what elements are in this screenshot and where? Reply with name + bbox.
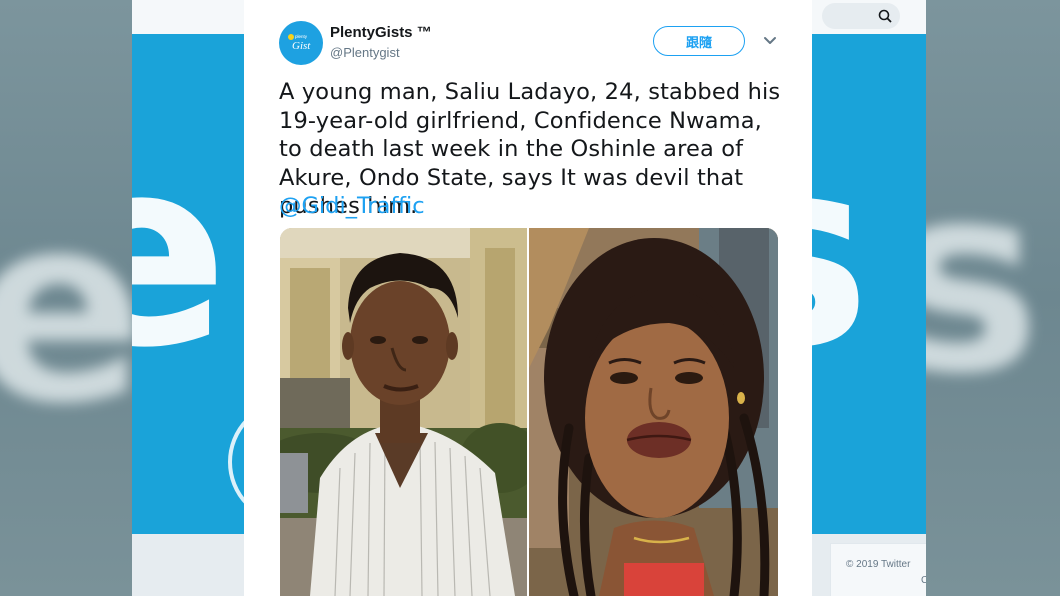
tweet-photos[interactable] (280, 228, 778, 596)
footer-extra[interactable]: C (921, 575, 926, 586)
blurred-letter-left: e (0, 159, 132, 461)
author-handle[interactable]: @Plentygist (330, 45, 400, 60)
follow-button[interactable]: 跟隨 (653, 26, 745, 56)
background-search-box (822, 3, 900, 29)
blurred-letter-right: s (926, 129, 1041, 431)
chevron-down-icon[interactable] (763, 36, 777, 46)
background-footer: © 2019 Twitter C (830, 543, 926, 596)
svg-text:Gist: Gist (292, 40, 311, 52)
author-display-name[interactable]: PlentyGists ™ (330, 24, 432, 41)
search-icon (878, 9, 892, 23)
footer-copyright[interactable]: © 2019 Twitter (846, 559, 910, 570)
blurred-background-left: e (0, 0, 132, 596)
plentygist-logo-icon: plenty Gist (288, 34, 311, 52)
tweet-card: plenty Gist PlentyGists ™ @Plentygist 跟隨… (244, 0, 812, 596)
photo-woman[interactable] (529, 228, 778, 596)
avatar[interactable]: plenty Gist (279, 21, 323, 65)
mention-link[interactable]: @Gidi_Traffic (279, 192, 425, 221)
blurred-background-right: s (926, 0, 1060, 596)
photo-man[interactable] (280, 228, 527, 596)
svg-text:plenty: plenty (295, 34, 308, 39)
